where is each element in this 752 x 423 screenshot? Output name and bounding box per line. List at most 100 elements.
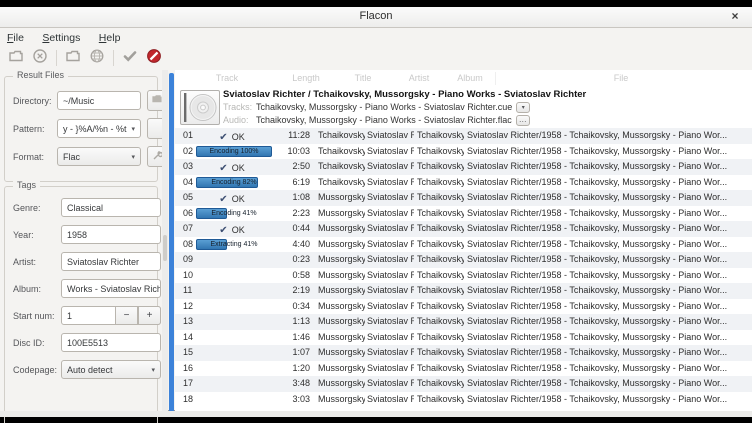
status-label: OK — [232, 132, 245, 142]
column-file[interactable]: File — [614, 73, 629, 83]
convert-button[interactable] — [119, 48, 141, 68]
codepage-label: Codepage: — [13, 365, 57, 375]
column-track[interactable]: Track — [216, 73, 238, 83]
track-file: Sviatoslav Richter/1958 - Tchaikovsky, M… — [467, 144, 750, 160]
disc-id-row: Disc ID: 100E5513 — [11, 333, 153, 354]
left-panel-scrollbar-thumb[interactable] — [163, 235, 167, 261]
track-length: 10:03 — [275, 144, 310, 160]
column-length[interactable]: Length — [292, 73, 320, 83]
album-row-field: Album: Works - Sviatoslav Richter — [11, 279, 153, 300]
track-artist: Sviatoslav R... — [367, 330, 414, 346]
pattern-combo[interactable]: y - }%A/%n - %t ▾ — [57, 119, 141, 138]
table-row[interactable]: 14 1:46 Mussorgsky... Sviatoslav R... Tc… — [175, 330, 752, 346]
track-number: 12 — [183, 299, 203, 315]
table-row[interactable]: 06 Encoding 41% 2:23 Mussorgsky... Sviat… — [175, 206, 752, 222]
directory-input[interactable]: ~/Music — [57, 91, 141, 110]
track-artist: Sviatoslav R... — [367, 314, 414, 330]
track-number: 09 — [183, 252, 203, 268]
table-row[interactable]: 03 ✔OK 2:50 Tchaikovsky... Sviatoslav R.… — [175, 159, 752, 175]
table-scrollbar[interactable] — [169, 73, 174, 412]
track-artist: Sviatoslav R... — [367, 221, 414, 237]
add-disc-button[interactable] — [5, 48, 27, 68]
codepage-row: Codepage: Auto detect ▾ — [11, 360, 153, 381]
table-row[interactable]: 10 0:58 Mussorgsky... Sviatoslav R... Tc… — [175, 268, 752, 284]
year-input[interactable]: 1958 — [61, 225, 161, 244]
year-row: Year: 1958 — [11, 225, 153, 246]
track-title: Mussorgsky... — [318, 268, 365, 284]
table-header: Track Length Title Artist Album File — [175, 70, 752, 88]
add-folder-button[interactable] — [62, 48, 84, 68]
table-row[interactable]: 01 ✔OK 11:28 Tchaikovsky... Sviatoslav R… — [175, 128, 752, 144]
convert-check-icon — [122, 48, 138, 69]
pattern-label: Pattern: — [13, 124, 45, 134]
close-window-button[interactable]: × — [728, 9, 742, 23]
track-file: Sviatoslav Richter/1958 - Tchaikovsky, M… — [467, 268, 750, 284]
table-row[interactable]: 18 3:03 Mussorgsky... Sviatoslav R... Tc… — [175, 392, 752, 408]
track-length: 1:08 — [275, 190, 310, 206]
window-title: Flacon — [0, 10, 752, 22]
cue-select-button[interactable]: ▾ — [516, 102, 530, 113]
genre-input[interactable]: Classical — [61, 198, 161, 217]
directory-row: Directory: ~/Music — [11, 91, 153, 112]
format-combo[interactable]: Flac ▾ — [57, 147, 141, 166]
track-artist: Sviatoslav R... — [367, 376, 414, 392]
menu-help[interactable]: Help — [92, 30, 128, 46]
album-input[interactable]: Works - Sviatoslav Richter — [61, 279, 161, 298]
track-length: 1:13 — [275, 314, 310, 330]
check-icon: ✔ — [219, 225, 227, 236]
table-row[interactable]: 09 0:23 Mussorgsky... Sviatoslav R... Tc… — [175, 252, 752, 268]
track-number: 16 — [183, 361, 203, 377]
format-row: Format: Flac ▾ — [11, 147, 153, 168]
menu-file[interactable]: File — [0, 30, 31, 46]
menubar: File Settings Help — [0, 28, 752, 46]
table-row[interactable]: 04 Encoding 82% 6:19 Tchaikovsky... Svia… — [175, 175, 752, 191]
track-file: Sviatoslav Richter/1958 - Tchaikovsky, M… — [467, 190, 750, 206]
track-artist: Sviatoslav R... — [367, 237, 414, 253]
track-artist: Sviatoslav R... — [367, 144, 414, 160]
table-row[interactable]: 12 0:34 Mussorgsky... Sviatoslav R... Tc… — [175, 299, 752, 315]
track-file: Sviatoslav Richter/1958 - Tchaikovsky, M… — [467, 345, 750, 361]
audio-browse-button[interactable]: … — [516, 115, 530, 126]
track-album: Tchaikovsky... — [417, 252, 464, 268]
disc-id-input[interactable]: 100E5513 — [61, 333, 161, 352]
table-row[interactable]: 11 2:19 Mussorgsky... Sviatoslav R... Tc… — [175, 283, 752, 299]
column-artist[interactable]: Artist — [409, 73, 430, 83]
left-panel-scrollbar[interactable] — [162, 70, 168, 411]
column-title[interactable]: Title — [355, 73, 372, 83]
track-title: Mussorgsky... — [318, 361, 365, 377]
table-row[interactable]: 08 Extracting 41% 4:40 Mussorgsky... Svi… — [175, 237, 752, 253]
track-file: Sviatoslav Richter/1958 - Tchaikovsky, M… — [467, 206, 750, 222]
codepage-combo[interactable]: Auto detect ▾ — [61, 360, 161, 379]
remove-disc-button[interactable] — [29, 48, 51, 68]
table-row[interactable]: 07 ✔OK 0:44 Mussorgsky... Sviatoslav R..… — [175, 221, 752, 237]
start-num-minus-button[interactable]: − — [115, 306, 138, 325]
table-row[interactable]: 02 Encoding 100% 10:03 Tchaikovsky... Sv… — [175, 144, 752, 160]
album-header-row[interactable]: Sviatoslav Richter / Tchaikovsky, Mussor… — [175, 87, 752, 129]
download-info-button[interactable] — [86, 48, 108, 68]
track-album: Tchaikovsky... — [417, 330, 464, 346]
tracks-label: Tracks: — [223, 101, 256, 114]
track-file: Sviatoslav Richter/1958 - Tchaikovsky, M… — [467, 361, 750, 377]
table-row[interactable]: 16 1:20 Mussorgsky... Sviatoslav R... Tc… — [175, 361, 752, 377]
track-artist: Sviatoslav R... — [367, 252, 414, 268]
column-album[interactable]: Album — [457, 73, 483, 83]
track-album: Tchaikovsky... — [417, 159, 464, 175]
start-num-plus-button[interactable]: + — [138, 306, 161, 325]
track-album: Tchaikovsky... — [417, 314, 464, 330]
track-length: 1:46 — [275, 330, 310, 346]
track-title: Mussorgsky... — [318, 376, 365, 392]
abort-button[interactable] — [143, 48, 165, 68]
track-file: Sviatoslav Richter/1958 - Tchaikovsky, M… — [467, 221, 750, 237]
track-artist: Sviatoslav R... — [367, 159, 414, 175]
format-label: Format: — [13, 152, 44, 162]
artist-input[interactable]: Sviatoslav Richter — [61, 252, 161, 271]
status-label: OK — [232, 163, 245, 173]
table-row[interactable]: 15 1:07 Mussorgsky... Sviatoslav R... Tc… — [175, 345, 752, 361]
table-row[interactable]: 13 1:13 Mussorgsky... Sviatoslav R... Tc… — [175, 314, 752, 330]
start-num-label: Start num: — [13, 311, 55, 321]
header-separator — [495, 72, 496, 85]
menu-settings[interactable]: Settings — [35, 30, 87, 46]
table-row[interactable]: 17 3:48 Mussorgsky... Sviatoslav R... Tc… — [175, 376, 752, 392]
tracks-line: Tracks:Tchaikovsky, Mussorgsky - Piano W… — [223, 101, 748, 114]
table-row[interactable]: 05 ✔OK 1:08 Mussorgsky... Sviatoslav R..… — [175, 190, 752, 206]
